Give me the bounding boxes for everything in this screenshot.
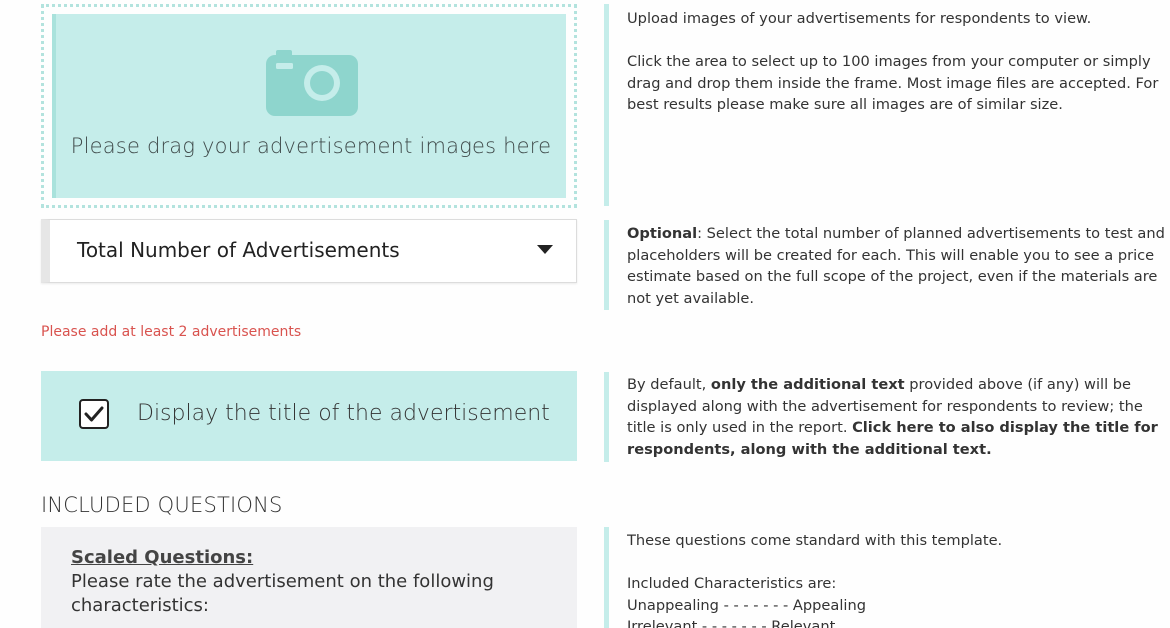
included-help-line2: Included Characteristics are: [627,575,837,592]
camera-icon [266,50,358,116]
display-title-label: Display the title of the advertisement [137,401,550,426]
dropzone-instruction: Please drag your advertisement images he… [70,134,552,158]
total-ads-select-label: Total Number of Advertisements [77,238,400,262]
help-divider [604,4,609,206]
characteristic-item: Irrelevant - - - - - - - Relevant [627,618,836,628]
scaled-questions-card: Scaled Questions: Please rate the advert… [41,527,577,628]
included-help: These questions come standard with this … [627,530,1167,628]
chevron-down-icon[interactable] [537,245,553,254]
help-divider [604,220,609,310]
included-help-line1: These questions come standard with this … [627,532,1003,549]
image-dropzone[interactable]: Please drag your advertisement images he… [41,4,577,208]
total-ads-help: Optional: Select the total number of pla… [627,223,1167,309]
scaled-questions-title: Scaled Questions: [71,547,254,568]
upload-help-line2: Click the area to select up to 100 image… [627,53,1159,113]
scaled-questions-text: Please rate the advertisement on the fol… [71,571,494,616]
display-title-option[interactable]: Display the title of the advertisement [41,371,577,461]
display-title-help-part1: By default, [627,376,711,393]
checkmark-icon [84,406,104,422]
upload-help: Upload images of your advertisements for… [627,8,1167,137]
characteristic-item: Unappealing - - - - - - - Appealing [627,596,866,614]
validation-error: Please add at least 2 advertisements [41,324,302,340]
display-title-help-bold1: only the additional text [710,376,905,393]
total-ads-select[interactable]: Total Number of Advertisements [41,219,577,283]
display-title-help: By default, only the additional text pro… [627,374,1167,460]
optional-label: Optional [627,225,698,242]
help-divider [604,527,609,628]
total-ads-help-text: : Select the total number of planned adv… [627,225,1165,307]
dropzone-area[interactable]: Please drag your advertisement images he… [52,14,566,198]
upload-help-line1: Upload images of your advertisements for… [627,10,1092,27]
section-heading-included-questions: INCLUDED QUESTIONS [41,493,283,517]
help-divider [604,372,609,462]
display-title-checkbox[interactable] [79,399,109,429]
